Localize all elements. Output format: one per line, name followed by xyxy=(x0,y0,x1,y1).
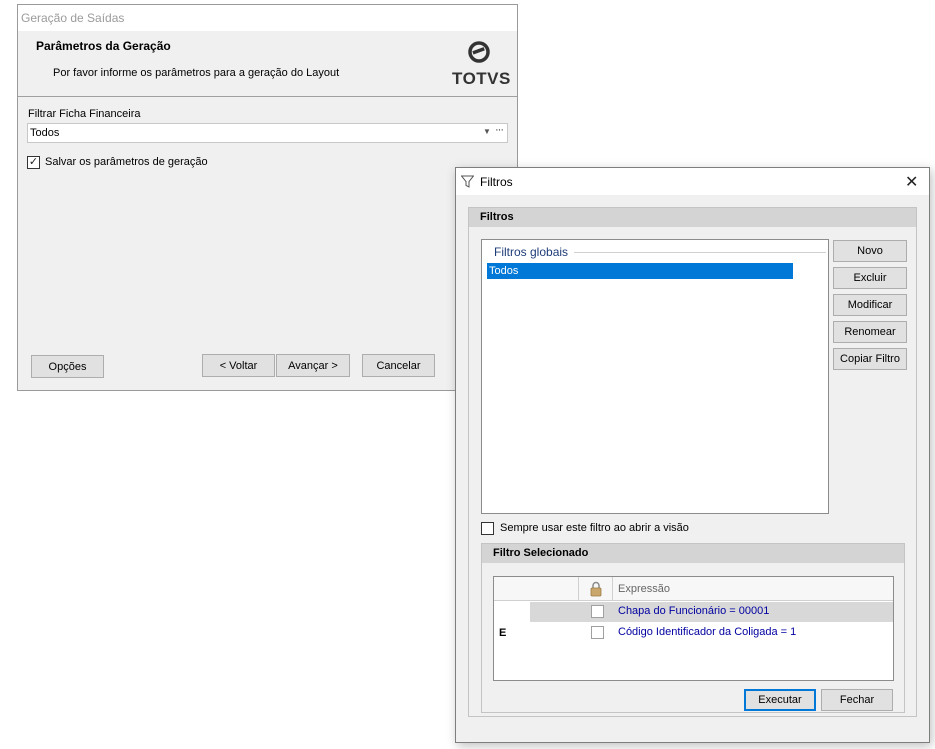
dialog-title: Filtros xyxy=(480,175,513,189)
filters-panel-title: Filtros xyxy=(480,211,514,223)
expression-column-header[interactable]: Expressão xyxy=(618,583,670,595)
header-subtitle: Por favor informe os parâmetros para a g… xyxy=(53,67,340,79)
selected-filter-panel: Filtro Selecionado Expressão Chapa do Fu… xyxy=(481,543,905,713)
modify-filter-button[interactable]: Modificar xyxy=(833,294,907,316)
grid-header: Expressão xyxy=(494,577,893,601)
row-expression[interactable]: Código Identificador da Coligada = 1 xyxy=(618,626,796,638)
row-lock-checkbox[interactable] xyxy=(591,626,604,639)
chevron-down-icon[interactable]: ▼ xyxy=(483,127,491,136)
delete-filter-button[interactable]: Excluir xyxy=(833,267,907,289)
filter-combobox-value: Todos xyxy=(30,127,60,139)
window-title: Geração de Saídas xyxy=(18,5,517,31)
always-use-label[interactable]: Sempre usar este filtro ao abrir a visão xyxy=(500,522,689,534)
options-button[interactable]: Opções xyxy=(31,355,104,378)
filters-dialog: Filtros ✕ Filtros Filtros globais Todos … xyxy=(455,167,930,743)
selected-filter-header: Filtro Selecionado xyxy=(482,544,904,563)
ellipsis-button[interactable]: ··· xyxy=(495,124,504,136)
filter-label: Filtrar Ficha Financeira xyxy=(28,108,141,120)
filters-panel-header: Filtros xyxy=(469,208,916,227)
list-group-header: Filtros globais xyxy=(494,245,569,259)
save-params-checkbox[interactable]: ✓ xyxy=(27,156,40,169)
row-lock-checkbox[interactable] xyxy=(591,605,604,618)
lock-icon xyxy=(590,581,602,597)
filters-list[interactable]: Filtros globais Todos xyxy=(481,239,829,514)
always-use-checkbox[interactable] xyxy=(481,522,494,535)
totvs-logo-icon xyxy=(468,41,490,63)
column-separator xyxy=(578,577,579,601)
row-expression[interactable]: Chapa do Funcionário = 00001 xyxy=(618,605,769,617)
column-separator xyxy=(612,577,613,601)
filter-combobox[interactable]: Todos ▼ ··· xyxy=(27,123,508,143)
selected-filter-title: Filtro Selecionado xyxy=(493,547,589,559)
new-filter-button[interactable]: Novo xyxy=(833,240,907,262)
execute-button[interactable]: Executar xyxy=(744,689,816,711)
generation-window: Geração de Saídas Parâmetros da Geração … xyxy=(17,4,518,391)
table-row[interactable]: Chapa do Funcionário = 00001 xyxy=(494,602,893,622)
wizard-header: Parâmetros da Geração Por favor informe … xyxy=(18,31,517,97)
filters-panel: Filtros Filtros globais Todos Novo Exclu… xyxy=(468,207,917,717)
row-operator: E xyxy=(499,627,507,639)
expression-grid[interactable]: Expressão Chapa do Funcionário = 00001 E… xyxy=(493,576,894,681)
funnel-icon xyxy=(461,175,474,188)
header-title: Parâmetros da Geração xyxy=(36,39,171,53)
list-item[interactable]: Todos xyxy=(487,263,793,279)
table-row[interactable]: E Código Identificador da Coligada = 1 xyxy=(494,623,893,643)
totvs-logo-text: TOTVS xyxy=(452,69,511,88)
close-button[interactable]: Fechar xyxy=(821,689,893,711)
rename-filter-button[interactable]: Renomear xyxy=(833,321,907,343)
dialog-titlebar: Filtros ✕ xyxy=(456,168,929,195)
close-icon[interactable]: ✕ xyxy=(905,172,918,192)
cancel-button[interactable]: Cancelar xyxy=(362,354,435,377)
copy-filter-button[interactable]: Copiar Filtro xyxy=(833,348,907,370)
back-button[interactable]: < Voltar xyxy=(202,354,275,377)
group-divider xyxy=(574,252,826,253)
save-params-label[interactable]: Salvar os parâmetros de geração xyxy=(45,156,208,168)
next-button[interactable]: Avançar > xyxy=(276,354,350,377)
